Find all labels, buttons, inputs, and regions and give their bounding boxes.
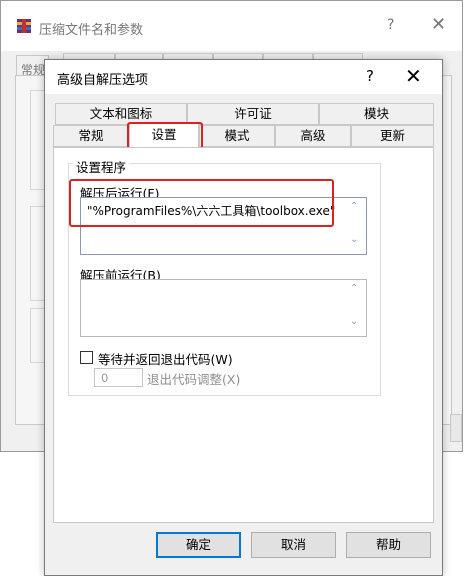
dialog-close-button[interactable]: ✕ [405, 64, 422, 88]
winrar-app-icon [17, 19, 31, 33]
cancel-button[interactable]: 取消 [251, 532, 336, 558]
tab-license[interactable]: 许可证 [187, 103, 319, 125]
scroll-up-arrow-icon[interactable]: ⌃ [350, 283, 358, 294]
help-button[interactable]: 帮助 [346, 532, 431, 558]
exit-code-label: 退出代码调整(X) [147, 372, 241, 387]
setup-program-group-label: 设置程序 [73, 157, 130, 176]
advanced-sfx-options-dialog: 高级自解压选项 ? ✕ 文本和图标 许可证 模块 常规 设置 模式 高级 更新 … [44, 59, 443, 576]
dialog-title: 高级自解压选项 [57, 73, 149, 88]
tab-mode[interactable]: 模式 [199, 125, 275, 147]
parent-close-button[interactable]: ✕ [431, 14, 446, 35]
wait-return-exit-code-checkbox[interactable] [80, 351, 93, 364]
parent-window-title: 压缩文件名和参数 [39, 23, 144, 38]
exit-code-input[interactable]: 0 [94, 368, 143, 387]
dialog-help-button[interactable]: ? [366, 67, 374, 85]
tab-advanced[interactable]: 高级 [275, 125, 351, 147]
ok-button[interactable]: 确定 [156, 532, 241, 558]
setup-tab-panel: 设置程序 解压后运行(F) "%ProgramFiles%\六六工具箱\tool… [53, 147, 434, 523]
wait-return-exit-code-label: 等待并返回退出代码(W) [98, 352, 233, 367]
tab-update[interactable]: 更新 [351, 125, 434, 147]
scroll-down-arrow-icon[interactable]: ⌄ [350, 234, 358, 245]
tab-modules[interactable]: 模块 [319, 103, 434, 125]
parent-help-button[interactable]: ? [387, 17, 394, 33]
parent-button[interactable] [450, 414, 462, 442]
run-before-input[interactable]: ⌃ ⌄ [80, 279, 367, 337]
tab-general[interactable]: 常规 [53, 125, 129, 147]
run-after-highlight-box [69, 179, 334, 227]
scroll-down-arrow-icon[interactable]: ⌄ [350, 316, 358, 327]
scroll-up-arrow-icon[interactable]: ⌃ [350, 201, 358, 212]
